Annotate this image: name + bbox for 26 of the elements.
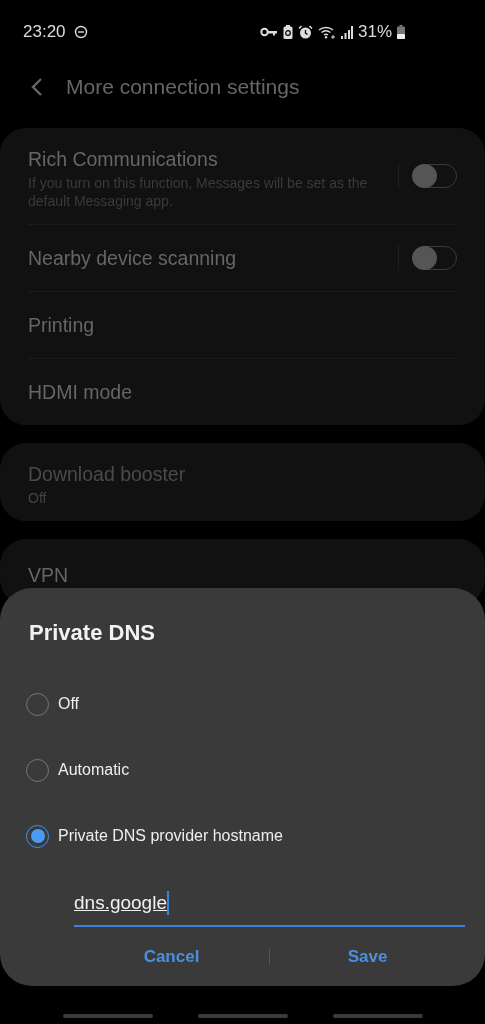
wifi-icon: [317, 25, 336, 39]
setting-title[interactable]: Printing: [28, 313, 457, 337]
status-time: 23:20: [23, 22, 66, 42]
dialog-title: Private DNS: [29, 620, 156, 646]
key-icon: [259, 26, 278, 38]
page-title: More connection settings: [66, 75, 300, 99]
battery-saver-icon: [282, 25, 293, 39]
option-label[interactable]: Off: [58, 695, 80, 713]
nav-home-bar[interactable]: [197, 1014, 288, 1018]
nav-recents-bar[interactable]: [62, 1014, 153, 1018]
setting-title[interactable]: HDMI mode: [28, 380, 457, 404]
option-label[interactable]: Private DNS provider hostname: [58, 827, 283, 845]
alarm-icon: [297, 24, 313, 40]
back-icon[interactable]: [30, 77, 44, 97]
nav-back-bar[interactable]: [332, 1014, 423, 1018]
option-label[interactable]: Automatic: [58, 761, 130, 779]
hostname-field[interactable]: dns.google: [74, 881, 465, 927]
setting-title[interactable]: Nearby device scanning: [28, 246, 384, 270]
save-button[interactable]: Save: [270, 941, 465, 973]
battery-percentage: 31%: [357, 22, 392, 42]
do-not-disturb-icon: [73, 25, 88, 39]
setting-title[interactable]: VPN: [28, 563, 457, 587]
setting-title[interactable]: Rich Communications: [28, 148, 384, 171]
signal-icon: [340, 25, 353, 39]
battery-icon: [397, 25, 405, 39]
cancel-button[interactable]: Cancel: [74, 941, 269, 973]
